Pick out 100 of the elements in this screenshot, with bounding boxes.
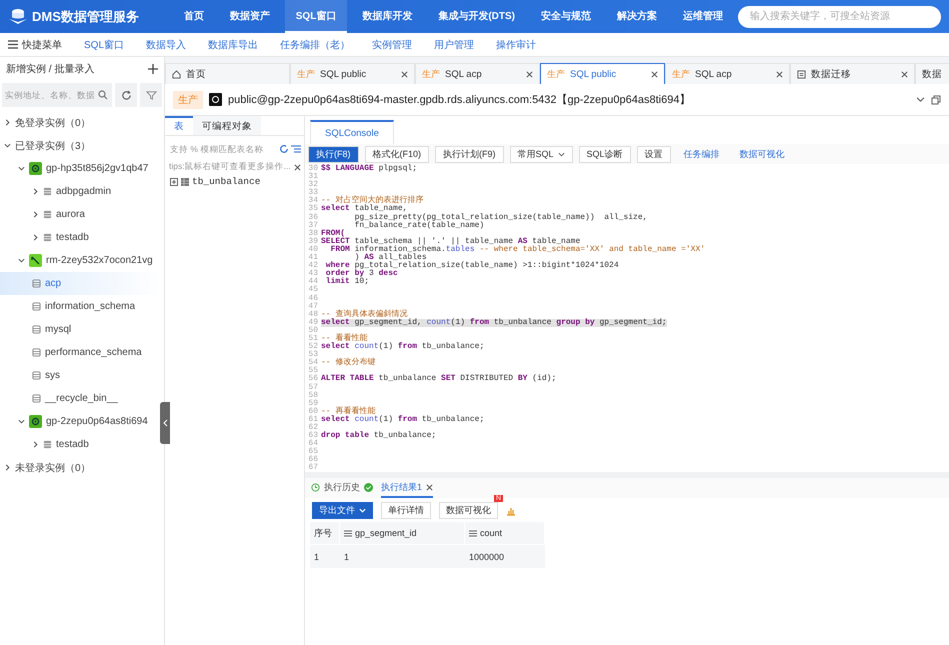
result-button[interactable]: 导出文件 [312, 502, 373, 518]
copy-icon[interactable] [931, 94, 941, 104]
nav-tab[interactable]: 安全与规范 [530, 0, 602, 33]
column-header[interactable]: count [465, 522, 545, 544]
filter-button[interactable] [140, 83, 162, 107]
tree-item[interactable]: 免登录实例（0） [0, 111, 164, 134]
tree-item[interactable]: testadb [0, 433, 164, 456]
chevron-down-icon[interactable] [18, 257, 25, 264]
database-icon [43, 210, 52, 219]
code-line: drop table tb_unbalance; [321, 432, 436, 440]
menu-icon[interactable] [8, 40, 18, 49]
quick-link[interactable]: 数据导入 [146, 38, 186, 52]
column-header[interactable]: 序号 [310, 522, 340, 544]
list-icon[interactable] [291, 144, 301, 154]
expand-icon[interactable] [170, 178, 178, 186]
tree-item[interactable]: 已登录实例（3） [0, 134, 164, 157]
quick-link[interactable]: SQL窗口 [84, 38, 124, 52]
chevron-right-icon[interactable] [4, 464, 11, 471]
editor-tab[interactable]: 生产 SQL acp [415, 63, 540, 84]
chevron-right-icon[interactable] [4, 119, 11, 126]
toolbar-button[interactable]: 格式化(F10) [364, 146, 430, 162]
line-number: 63 [307, 432, 319, 440]
editor-tab[interactable]: 首页 [165, 63, 290, 84]
line-number: 35 [307, 205, 319, 214]
chevron-right-icon[interactable] [32, 211, 39, 218]
object-tab[interactable]: 可编程对象 [193, 116, 261, 135]
chevron-down-icon[interactable] [4, 142, 11, 149]
chevron-right-icon[interactable] [32, 234, 39, 241]
editor-tab[interactable]: 数据 [915, 63, 949, 84]
refresh-icon[interactable] [279, 144, 289, 154]
chevron-right-icon[interactable] [32, 188, 39, 195]
quick-menu-label: 快捷菜单 [22, 38, 62, 52]
quick-link[interactable]: 用户管理 [434, 38, 474, 52]
chevron-down-icon[interactable] [916, 95, 925, 104]
nav-tab[interactable]: 运维管理 [672, 0, 734, 33]
table-item[interactable]: tb_unbalance [165, 173, 304, 190]
chevron-down-icon[interactable] [18, 418, 25, 425]
toolbar-button[interactable]: 数据可视化 [732, 146, 792, 162]
tree-item[interactable]: gp-2zepu0p64as8ti694 [0, 410, 164, 433]
tree-item[interactable]: mysql [0, 318, 164, 341]
refresh-button[interactable] [115, 83, 137, 107]
quick-link[interactable]: 数据库导出 [208, 38, 258, 52]
tree-item[interactable]: sys [0, 364, 164, 387]
tree-item[interactable]: performance_schema [0, 341, 164, 364]
tree-item[interactable]: information_schema [0, 295, 164, 318]
nav-tab[interactable]: SQL窗口 [284, 0, 348, 33]
close-icon[interactable] [901, 70, 908, 78]
nav-tab[interactable]: 首页 [172, 0, 215, 33]
tree-item[interactable]: rm-2zey532x7ocon21vg [0, 249, 164, 272]
toolbar-button[interactable]: 执行计划(F9) [435, 146, 504, 162]
list-icon [469, 530, 477, 536]
toolbar-button[interactable]: SQL诊断 [578, 146, 631, 162]
quick-link[interactable]: 实例管理 [372, 38, 412, 52]
column-header[interactable]: gp_segment_id [340, 522, 465, 544]
close-icon[interactable] [526, 70, 533, 78]
toolbar-button[interactable]: 常用SQL [510, 146, 573, 162]
plus-icon[interactable] [148, 64, 158, 74]
result-tab[interactable]: 执行历史 [311, 478, 373, 498]
toolbar-button[interactable]: 任务编排 [676, 146, 727, 162]
nav-tab[interactable]: 集成与开发(DTS) [427, 0, 526, 33]
close-icon[interactable] [294, 164, 301, 170]
line-number: 66 [307, 456, 319, 464]
editor-tab[interactable]: 数据迁移 [790, 63, 915, 84]
line-number: 36 [307, 214, 319, 222]
tree-item[interactable]: testadb [0, 226, 164, 249]
tree-item[interactable]: 未登录实例（0） [0, 456, 164, 479]
close-icon[interactable] [776, 70, 783, 78]
nav-tab[interactable]: 数据库开发 [351, 0, 424, 33]
code-line: FROM( [321, 230, 346, 238]
toolbar-button[interactable]: 设置 [636, 146, 671, 162]
collapse-handle[interactable] [160, 402, 170, 444]
toolbar-button[interactable]: 执行(F8) [308, 146, 358, 162]
result-button[interactable]: 单行详情 [381, 502, 431, 518]
nav-tab[interactable]: 数据资产 [218, 0, 281, 33]
quick-link[interactable]: 操作审计 [496, 38, 536, 52]
instance-search-field[interactable]: 实例地址、名称、数据 [2, 83, 112, 107]
editor-tab[interactable]: 生产 SQL public [540, 63, 665, 84]
close-icon[interactable] [426, 484, 434, 490]
quick-link[interactable]: 任务编排（老） [280, 38, 350, 52]
editor-tab[interactable]: 生产 SQL public [290, 63, 415, 84]
tree-item[interactable]: adbpgadmin [0, 180, 164, 203]
result-tab[interactable]: 执行结果1 [381, 478, 434, 498]
chevron-down-icon[interactable] [18, 165, 25, 172]
line-number: 59 [307, 400, 319, 408]
editor-tab[interactable]: 生产 SQL acp [665, 63, 790, 84]
nav-tab[interactable]: 解决方案 [606, 0, 668, 33]
code-line: where pg_total_relation_size(table_name) >1::bigint*1024*1024 [324, 262, 619, 270]
tree-item[interactable]: __recycle_bin__ [0, 387, 164, 410]
search-icon[interactable] [98, 90, 108, 100]
add-instance-label: 新增实例 / 批量录入 [6, 62, 94, 76]
close-icon[interactable] [651, 70, 658, 78]
tree-item[interactable]: gp-hp35t856j2gv1qb47 [0, 157, 164, 180]
close-icon[interactable] [401, 70, 408, 78]
tree-item[interactable]: aurora [0, 203, 164, 226]
env-tag: 生产 [297, 68, 315, 80]
search-field[interactable]: 输入搜索关键字，可搜全站资源 [738, 6, 941, 28]
chevron-right-icon[interactable] [32, 441, 39, 448]
line-number: 40 [307, 246, 319, 254]
result-button[interactable]: 数据可视化 [439, 502, 498, 518]
filter-icon [146, 90, 156, 100]
